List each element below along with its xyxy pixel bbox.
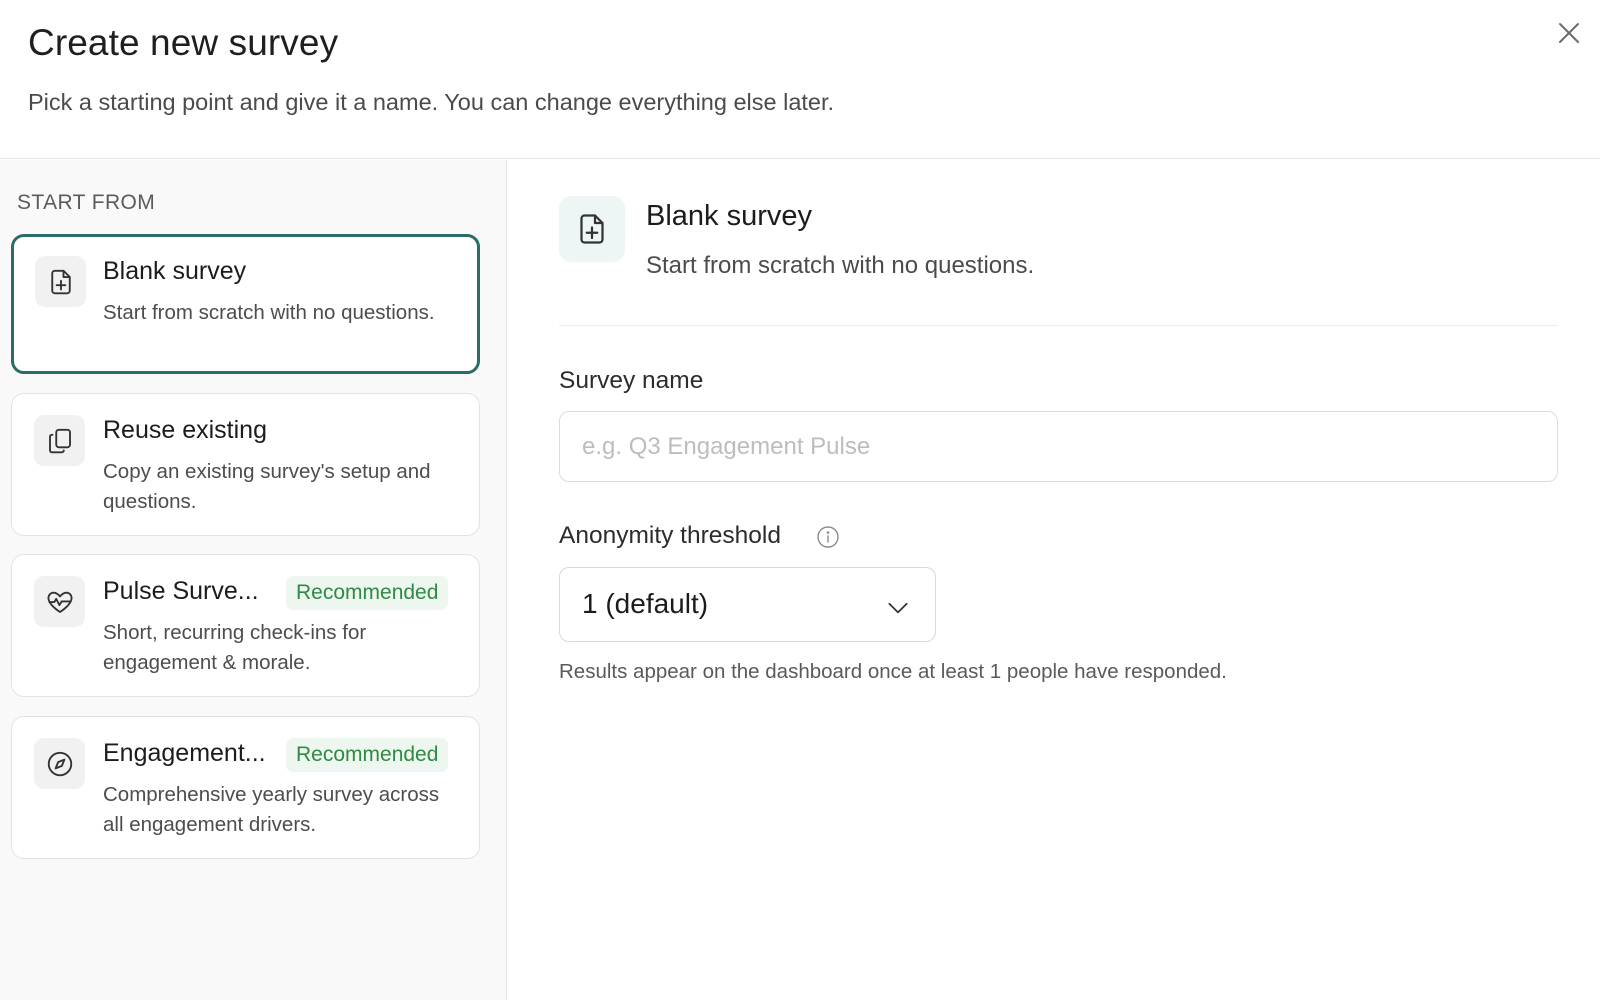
dialog-title: Create new survey bbox=[28, 22, 339, 63]
chevron-down-icon bbox=[888, 602, 908, 614]
copy-icon bbox=[34, 415, 85, 466]
selected-template-description: Start from scratch with no questions. bbox=[646, 252, 1035, 279]
card-description: Start from scratch with no questions. bbox=[103, 301, 435, 324]
anonymity-hint: Results appear on the dashboard once at … bbox=[559, 660, 1227, 683]
close-button[interactable] bbox=[1552, 16, 1586, 50]
details-panel: Blank survey Start from scratch with no … bbox=[508, 160, 1600, 1000]
card-title: Engagement... bbox=[103, 739, 266, 767]
anonymity-threshold-label: Anonymity threshold bbox=[559, 522, 781, 549]
selected-value: 1 (default) bbox=[582, 588, 709, 619]
card-description: Comprehensive yearly survey across all e… bbox=[103, 783, 440, 836]
anonymity-threshold-select[interactable]: 1 (default) bbox=[559, 567, 936, 642]
survey-name-input[interactable] bbox=[559, 411, 1558, 482]
card-title: Reuse existing bbox=[103, 416, 267, 444]
survey-name-label: Survey name bbox=[559, 367, 704, 394]
dialog-subtitle: Pick a starting point and give it a name… bbox=[28, 89, 835, 115]
heart-pulse-icon bbox=[34, 576, 85, 627]
card-description: Short, recurring check-ins for engagemen… bbox=[103, 621, 367, 674]
template-card-reuse[interactable]: Reuse existing Copy an existing survey's… bbox=[11, 393, 480, 536]
template-sidebar: START FROM Blank survey Start from scrat… bbox=[0, 160, 507, 1000]
file-plus-icon bbox=[35, 256, 86, 307]
template-card-engagement[interactable]: Engagement... Recommended Comprehensive … bbox=[11, 716, 480, 859]
card-title: Pulse Surve... bbox=[103, 577, 259, 605]
card-description: Copy an existing survey's setup and ques… bbox=[103, 460, 431, 513]
recommended-badge: Recommended bbox=[286, 738, 449, 772]
close-icon bbox=[1559, 23, 1579, 43]
card-title: Blank survey bbox=[103, 257, 247, 285]
info-icon[interactable] bbox=[816, 525, 840, 549]
compass-icon bbox=[34, 738, 85, 789]
template-card-blank[interactable]: Blank survey Start from scratch with no … bbox=[11, 234, 480, 374]
template-card-pulse[interactable]: Pulse Surve... Recommended Short, recurr… bbox=[11, 554, 480, 697]
recommended-badge: Recommended bbox=[286, 576, 449, 610]
dialog-header: Create new survey Pick a starting point … bbox=[0, 0, 1600, 159]
section-label: START FROM bbox=[17, 191, 156, 214]
selected-template-title: Blank survey bbox=[646, 200, 813, 232]
divider bbox=[559, 325, 1558, 326]
file-plus-icon bbox=[559, 196, 625, 262]
